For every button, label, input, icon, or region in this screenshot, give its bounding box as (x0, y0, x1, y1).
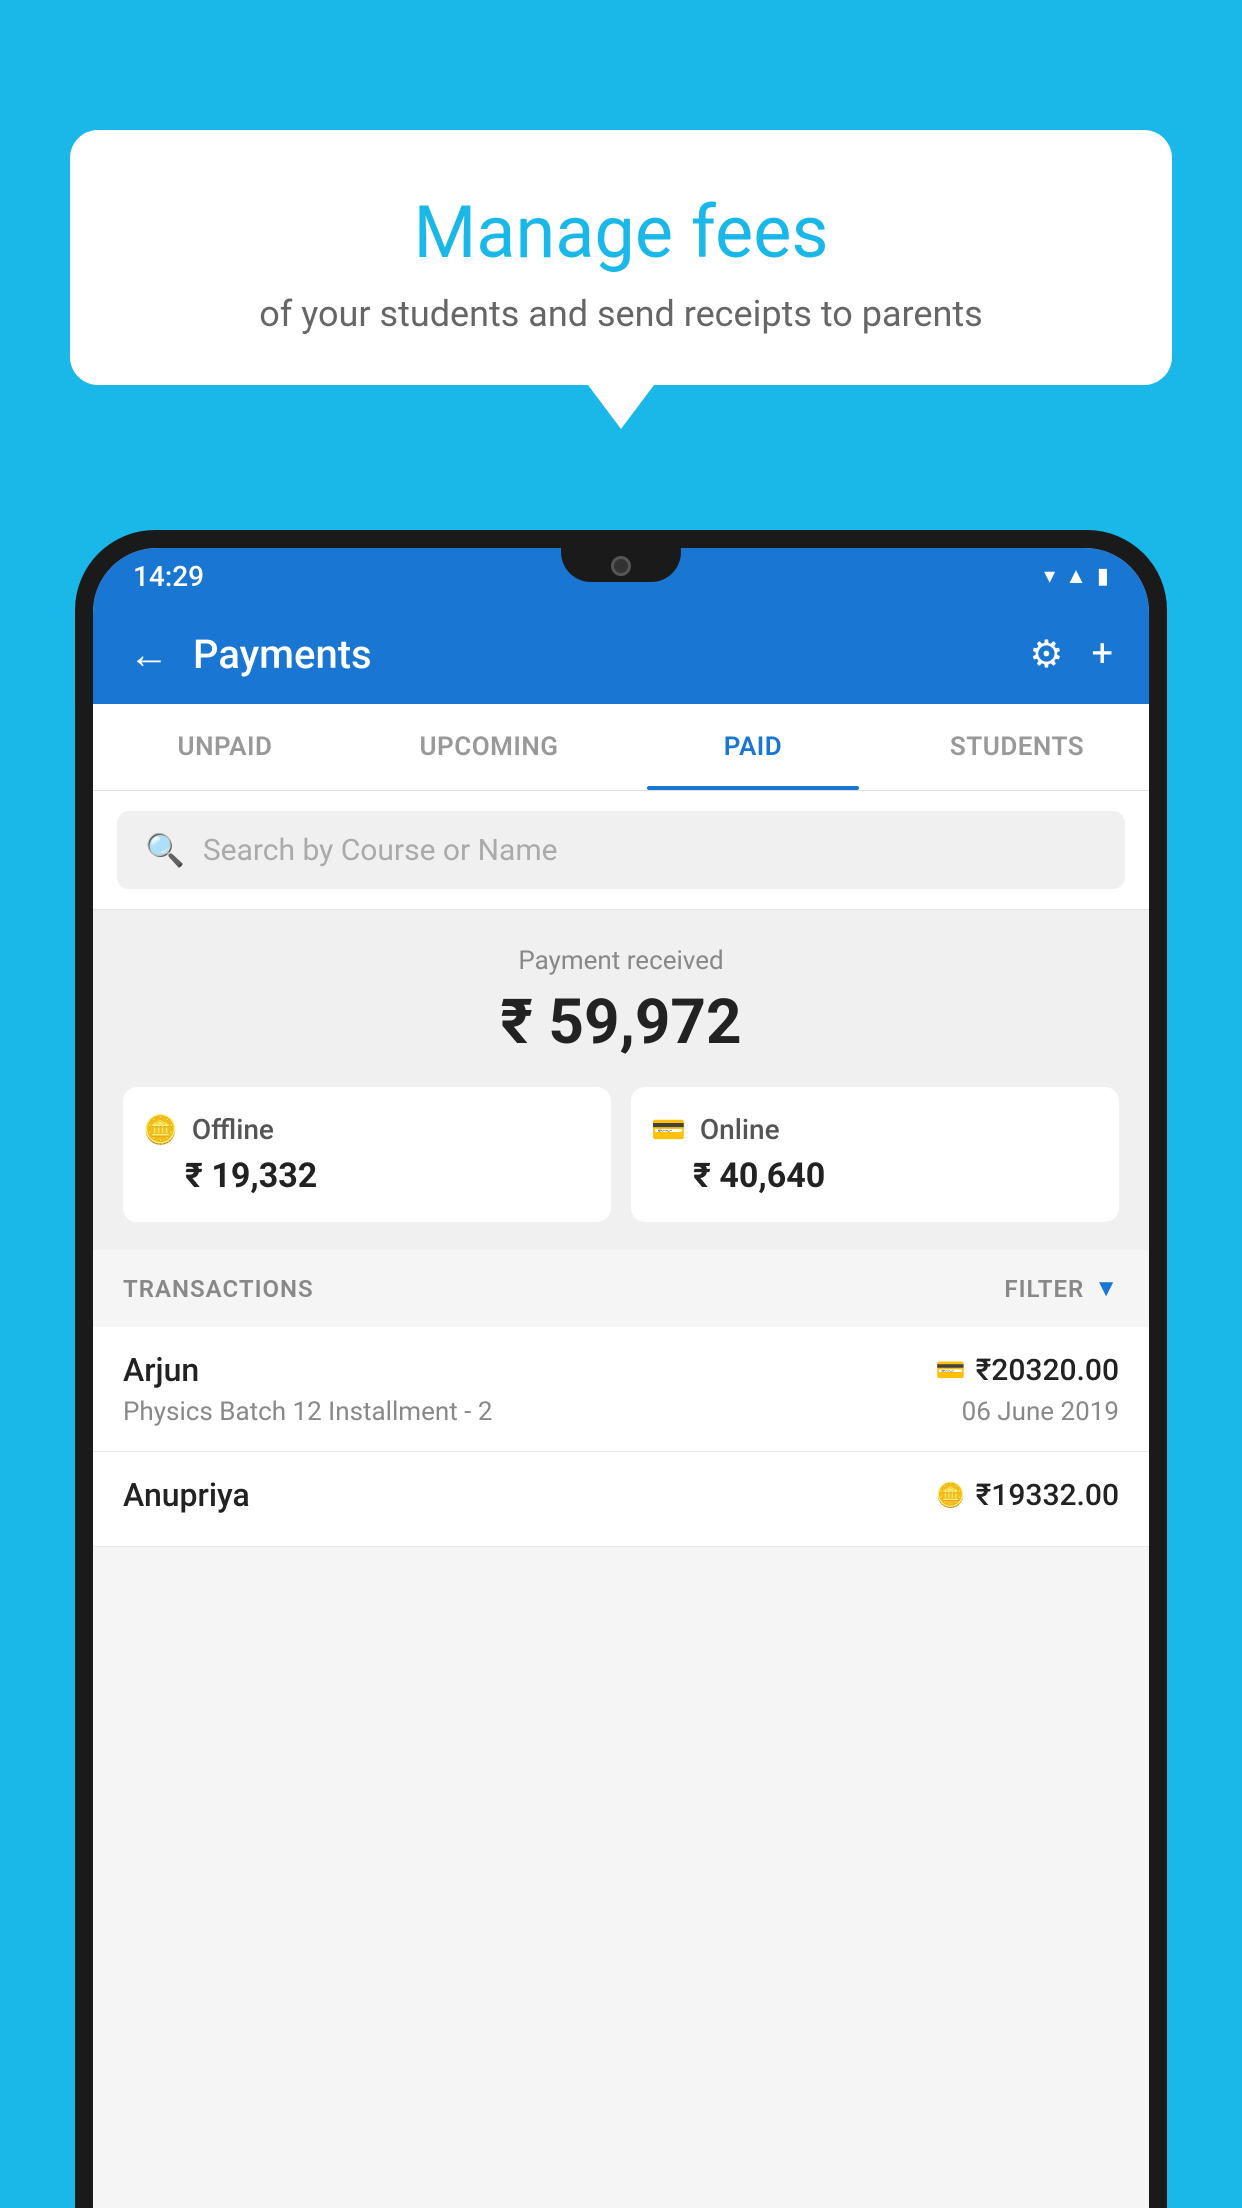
offline-icon: 🪙 (143, 1113, 178, 1146)
filter-label: FILTER (1004, 1275, 1084, 1303)
tab-paid[interactable]: PAID (621, 704, 885, 790)
offline-card-header: 🪙 Offline (143, 1113, 591, 1146)
bubble-title: Manage fees (130, 190, 1112, 275)
transactions-label: TRANSACTIONS (123, 1275, 314, 1303)
transactions-header: TRANSACTIONS FILTER ▼ (93, 1250, 1149, 1327)
signal-icon: ▲ (1065, 563, 1087, 589)
app-title: Payments (193, 631, 1005, 678)
online-card: 💳 Online ₹ 40,640 (631, 1087, 1119, 1222)
phone-frame: 14:29 ▾ ▲ ▮ ← Payments ⚙ + UNPAID UPCOMI… (75, 530, 1167, 2208)
transaction-name: Anupriya (123, 1476, 250, 1514)
transaction-amount-wrap: 💳 ₹20320.00 (936, 1353, 1119, 1388)
search-container: 🔍 Search by Course or Name (93, 791, 1149, 910)
filter-button[interactable]: FILTER ▼ (1004, 1274, 1119, 1303)
offline-amount: ₹ 19,332 (143, 1156, 591, 1196)
table-row[interactable]: Arjun 💳 ₹20320.00 Physics Batch 12 Insta… (93, 1327, 1149, 1452)
search-placeholder: Search by Course or Name (203, 833, 558, 868)
transaction-top: Arjun 💳 ₹20320.00 (123, 1351, 1119, 1389)
tab-unpaid[interactable]: UNPAID (93, 704, 357, 790)
offline-card: 🪙 Offline ₹ 19,332 (123, 1087, 611, 1222)
online-label: Online (700, 1113, 780, 1146)
online-card-header: 💳 Online (651, 1113, 1099, 1146)
settings-icon[interactable]: ⚙ (1029, 632, 1063, 677)
online-amount: ₹ 40,640 (651, 1156, 1099, 1196)
status-time: 14:29 (133, 560, 204, 593)
transaction-bottom: Physics Batch 12 Installment - 2 06 June… (123, 1397, 1119, 1427)
card-payment-icon: 💳 (936, 1356, 966, 1384)
back-button[interactable]: ← (129, 631, 169, 678)
speech-bubble-container: Manage fees of your students and send re… (70, 130, 1172, 385)
battery-icon: ▮ (1097, 564, 1109, 589)
transaction-top: Anupriya 🪙 ₹19332.00 (123, 1476, 1119, 1514)
phone-screen: 14:29 ▾ ▲ ▮ ← Payments ⚙ + UNPAID UPCOMI… (93, 548, 1149, 2208)
transaction-amount: ₹19332.00 (976, 1478, 1119, 1513)
filter-icon: ▼ (1094, 1274, 1119, 1303)
transaction-amount-wrap: 🪙 ₹19332.00 (936, 1478, 1119, 1513)
payment-received-label: Payment received (123, 946, 1119, 976)
tabs-bar: UNPAID UPCOMING PAID STUDENTS (93, 704, 1149, 791)
search-bar[interactable]: 🔍 Search by Course or Name (117, 811, 1125, 889)
transaction-name: Arjun (123, 1351, 199, 1389)
transaction-date: 06 June 2019 (962, 1397, 1119, 1427)
offline-label: Offline (192, 1113, 274, 1146)
payment-cards: 🪙 Offline ₹ 19,332 💳 Online ₹ 40,640 (123, 1087, 1119, 1222)
app-bar: ← Payments ⚙ + (93, 604, 1149, 704)
wifi-icon: ▾ (1044, 564, 1055, 589)
speech-bubble: Manage fees of your students and send re… (70, 130, 1172, 385)
search-icon: 🔍 (145, 831, 185, 869)
notch (561, 548, 681, 582)
status-icons: ▾ ▲ ▮ (1044, 563, 1109, 589)
camera (611, 556, 631, 576)
bubble-subtitle: of your students and send receipts to pa… (130, 293, 1112, 335)
cash-payment-icon: 🪙 (936, 1481, 966, 1509)
payment-summary: Payment received ₹ 59,972 🪙 Offline ₹ 19… (93, 910, 1149, 1250)
add-icon[interactable]: + (1091, 632, 1113, 676)
table-row[interactable]: Anupriya 🪙 ₹19332.00 (93, 1452, 1149, 1547)
payment-amount: ₹ 59,972 (123, 986, 1119, 1059)
online-icon: 💳 (651, 1113, 686, 1146)
tab-students[interactable]: STUDENTS (885, 704, 1149, 790)
transaction-course: Physics Batch 12 Installment - 2 (123, 1397, 492, 1427)
app-bar-actions: ⚙ + (1029, 632, 1113, 677)
tab-upcoming[interactable]: UPCOMING (357, 704, 621, 790)
transaction-amount: ₹20320.00 (976, 1353, 1119, 1388)
